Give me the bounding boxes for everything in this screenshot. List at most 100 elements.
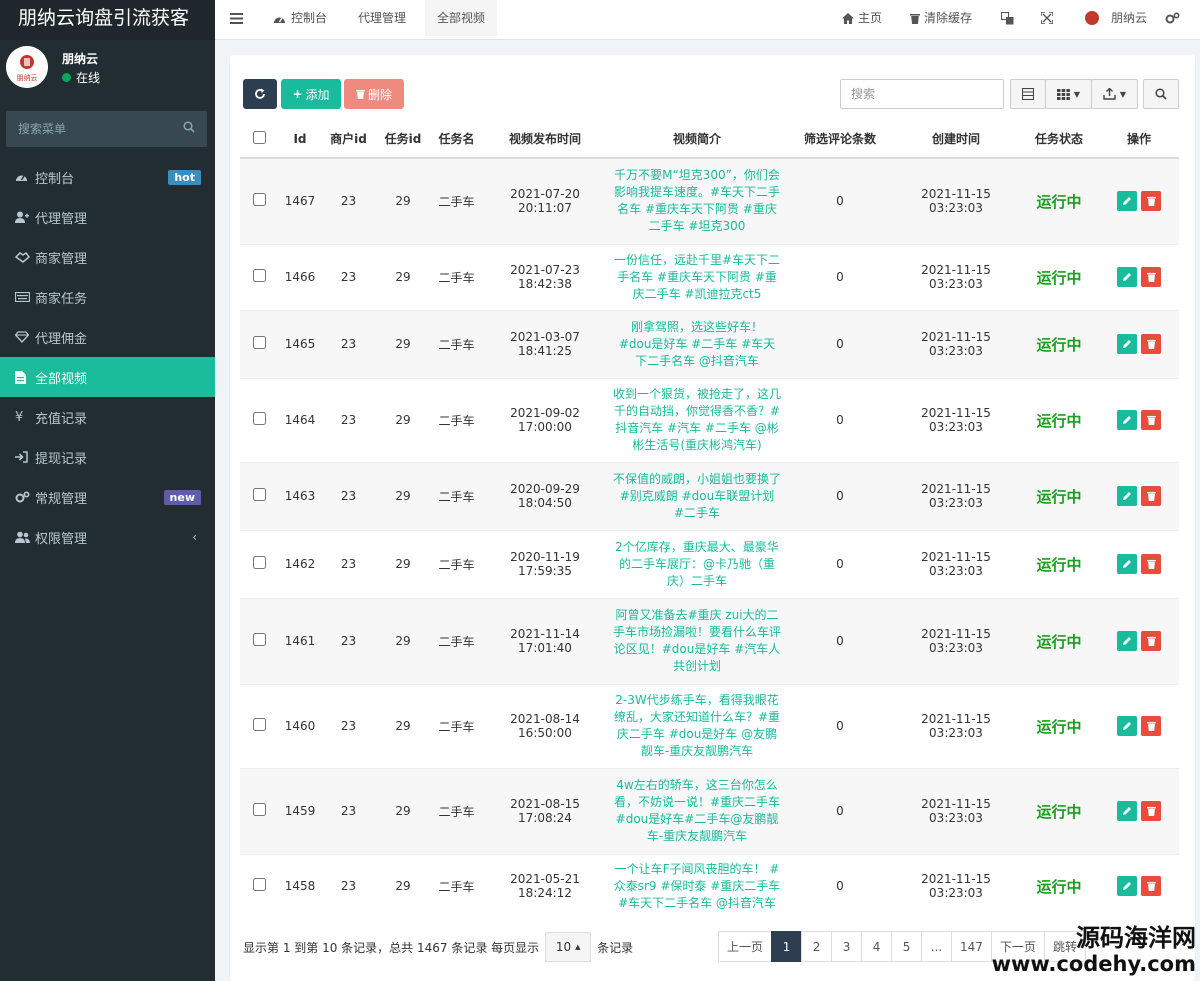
column-header[interactable]: 任务id [376, 120, 430, 159]
search-icon[interactable] [183, 121, 195, 136]
cell-task-id: 29 [376, 462, 430, 531]
column-header[interactable]: 筛选评论条数 [787, 120, 893, 159]
delete-row-button[interactable] [1141, 267, 1161, 287]
table-row[interactable]: 1460 23 29 二手车 2021-08-14 16:50:00 2-3W代步练手车，… [240, 684, 1179, 769]
page-button[interactable]: 5 [891, 931, 923, 962]
table-row[interactable]: 1461 23 29 二手车 2021-11-14 17:01:40 阿曾又准备去#重庆 … [240, 598, 1179, 685]
page-button[interactable]: 2 [801, 931, 833, 962]
column-header[interactable]: 任务状态 [1019, 120, 1099, 159]
row-checkbox[interactable] [253, 193, 266, 207]
row-checkbox[interactable] [253, 488, 266, 501]
table-header-row: Id 商户id 任务id 任务名 视频发布时间 视频简介 筛选评论条数 创建时间… [240, 120, 1179, 159]
cell-task-id: 29 [376, 530, 430, 599]
export-dropdown-button[interactable]: ▼ [1091, 79, 1138, 109]
delete-row-button[interactable] [1141, 410, 1161, 430]
edit-button[interactable] [1117, 554, 1137, 574]
toggle-view-button[interactable] [1010, 79, 1046, 109]
table-search-input[interactable] [840, 79, 1004, 109]
status-badge: 运行中 [1019, 244, 1099, 311]
sidebar-item-recharge-records[interactable]: ¥ 充值记录 [0, 397, 215, 437]
sidebar-search-input[interactable] [6, 111, 207, 147]
cell-comment-count: 0 [787, 462, 893, 531]
delete-button[interactable]: 删除 [344, 79, 404, 109]
settings-gear-icon[interactable] [1165, 0, 1180, 36]
row-checkbox[interactable] [253, 718, 266, 731]
trash-icon [1146, 415, 1156, 425]
table-row[interactable]: 1464 23 29 二手车 2021-09-02 17:00:00 收到一个狠货，被抢走… [240, 378, 1179, 463]
row-checkbox[interactable] [253, 878, 266, 891]
sidebar-item-all-videos[interactable]: 全部视频 [0, 357, 215, 397]
sidebar-item-merchant-management[interactable]: 商家管理 [0, 237, 215, 277]
cell-video-desc: 一份信任，远赴千里#车天下二手名车 #重庆车天下阿贵 #重庆二手车 #凯迪拉克c… [607, 244, 787, 311]
column-header[interactable]: 视频发布时间 [483, 120, 607, 159]
row-checkbox[interactable] [253, 412, 266, 425]
sidebar-item-agent-management[interactable]: 代理管理 [0, 197, 215, 237]
delete-row-button[interactable] [1141, 486, 1161, 506]
sidebar-item-permission-management[interactable]: 权限管理 ‹ [0, 517, 215, 557]
edit-button[interactable] [1117, 876, 1137, 896]
column-header[interactable]: 任务名 [430, 120, 483, 159]
sidebar-item-merchant-tasks[interactable]: 商家任务 [0, 277, 215, 317]
delete-row-button[interactable] [1141, 334, 1161, 354]
row-checkbox[interactable] [253, 633, 266, 646]
tab-agent-management[interactable]: 代理管理 [358, 0, 406, 36]
select-all-checkbox[interactable] [253, 130, 266, 144]
table-row[interactable]: 1465 23 29 二手车 2021-03-07 18:41:25 刚拿驾照，选这些好车… [240, 310, 1179, 379]
edit-button[interactable] [1117, 631, 1137, 651]
edit-button[interactable] [1117, 191, 1137, 212]
page-button[interactable]: 3 [831, 931, 863, 962]
columns-dropdown-button[interactable]: ▼ [1045, 79, 1092, 109]
page-size-select[interactable]: 10 ▲ [545, 932, 592, 962]
search-button[interactable] [1143, 79, 1179, 109]
page-button[interactable]: 1 [771, 931, 803, 962]
sidebar-item-agent-commission[interactable]: 代理佣金 [0, 317, 215, 357]
column-header[interactable]: 创建时间 [893, 120, 1019, 159]
table-row[interactable]: 1463 23 29 二手车 2020-09-29 18:04:50 不保值的威朗，小姐姐… [240, 462, 1179, 531]
column-header[interactable]: 商户id [321, 120, 376, 159]
edit-button[interactable] [1117, 334, 1137, 354]
edit-button[interactable] [1117, 716, 1137, 736]
page-button[interactable]: 147 [951, 931, 992, 962]
table-row[interactable]: 1458 23 29 二手车 2021-05-21 18:24:12 一个让车F子闻风丧胆… [240, 854, 1179, 915]
table-row[interactable]: 1466 23 29 二手车 2021-07-23 18:42:38 一份信任，远赴千里#… [240, 244, 1179, 311]
translate-icon[interactable] [1001, 0, 1014, 36]
edit-button[interactable] [1117, 410, 1137, 430]
prev-page-button[interactable]: 上一页 [718, 931, 773, 962]
user-menu[interactable]: 朋纳云 [1085, 0, 1147, 36]
refresh-button[interactable] [243, 79, 277, 109]
row-checkbox[interactable] [253, 336, 266, 349]
delete-row-button[interactable] [1141, 191, 1161, 212]
row-checkbox[interactable] [253, 269, 266, 282]
sidebar-toggle-icon[interactable] [230, 0, 243, 36]
row-checkbox[interactable] [253, 803, 266, 816]
edit-button[interactable] [1117, 486, 1137, 506]
table-row[interactable]: 1462 23 29 二手车 2020-11-19 17:59:35 2个亿库存，重庆最大… [240, 530, 1179, 599]
sidebar-item-dashboard[interactable]: 控制台 hot [0, 157, 215, 197]
cell-video-desc: 一个让车F子闻风丧胆的车！ #众泰sr9 #保时泰 #重庆二手车 #车天下二手名… [607, 854, 787, 915]
row-checkbox[interactable] [253, 556, 266, 569]
content-panel: + 添加 删除 ▼ ▼ Id 商户id 任务id [230, 55, 1195, 981]
column-header[interactable]: Id [279, 120, 321, 159]
home-link[interactable]: 主页 [842, 0, 882, 36]
table-row[interactable]: 1459 23 29 二手车 2021-08-15 17:08:24 4w左右的轿车，这三… [240, 768, 1179, 855]
delete-row-button[interactable] [1141, 554, 1161, 574]
delete-row-button[interactable] [1141, 631, 1161, 651]
edit-button[interactable] [1117, 267, 1137, 287]
app-logo-title[interactable]: 朋纳云询盘引流获客 [0, 0, 215, 40]
sidebar-item-withdraw-records[interactable]: 提现记录 [0, 437, 215, 477]
trash-icon [1146, 197, 1156, 207]
delete-row-button[interactable] [1141, 716, 1161, 736]
delete-row-button[interactable] [1141, 876, 1161, 896]
page-button[interactable]: 4 [861, 931, 893, 962]
pagination-suffix-text: 条记录 [597, 940, 634, 955]
edit-button[interactable] [1117, 801, 1137, 821]
column-header[interactable]: 视频简介 [607, 120, 787, 159]
fullscreen-icon[interactable] [1041, 0, 1053, 36]
add-button[interactable]: + 添加 [281, 79, 341, 109]
tab-all-videos[interactable]: 全部视频 [425, 0, 498, 36]
delete-row-button[interactable] [1141, 801, 1161, 821]
table-row[interactable]: 1467 23 29 二手车 2021-07-20 20:11:07 千万不要M“坦克30… [240, 158, 1179, 245]
sidebar-item-general-management[interactable]: 常规管理 new [0, 477, 215, 517]
clear-cache-button[interactable]: 清除缓存 [910, 0, 972, 36]
tab-dashboard[interactable]: 控制台 [273, 0, 327, 36]
